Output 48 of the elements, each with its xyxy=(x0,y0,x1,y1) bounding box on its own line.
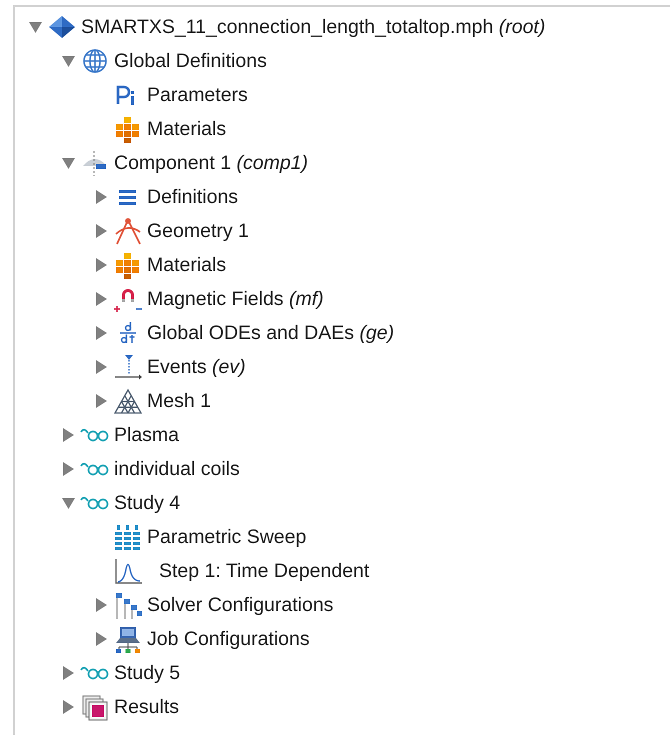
time-curve-icon xyxy=(113,557,143,585)
solver-steps-icon xyxy=(113,591,143,619)
tree-item-label[interactable]: Parameters xyxy=(147,84,248,106)
cube-icon xyxy=(47,13,77,41)
tree-item-label[interactable]: Materials xyxy=(147,118,226,140)
collapse-arrow-icon[interactable] xyxy=(62,496,75,510)
tree-item-label[interactable]: Component 1 (comp1) xyxy=(114,152,308,174)
stacked-windows-icon xyxy=(80,693,110,721)
expand-arrow-icon[interactable] xyxy=(95,190,108,204)
tree-item-label[interactable]: Study 4 xyxy=(114,492,180,514)
globe-icon xyxy=(80,47,110,75)
expand-arrow-icon[interactable] xyxy=(95,360,108,374)
collapse-arrow-icon[interactable] xyxy=(62,156,75,170)
expand-arrow-icon[interactable] xyxy=(95,258,108,272)
tree-item-label[interactable]: Global ODEs and DAEs (ge) xyxy=(147,322,394,344)
tree-item-label[interactable]: Geometry 1 xyxy=(147,220,249,242)
mesh-triangle-icon xyxy=(113,387,143,415)
tree-item-label[interactable]: Global Definitions xyxy=(114,50,267,72)
tree-item-label[interactable]: Study 5 xyxy=(114,662,180,684)
tree-item-label[interactable]: Parametric Sweep xyxy=(147,526,306,548)
expand-arrow-icon[interactable] xyxy=(95,326,108,340)
tree-item-label[interactable]: Job Configurations xyxy=(147,628,310,650)
tree-item-label[interactable]: Plasma xyxy=(114,424,180,446)
expand-arrow-icon[interactable] xyxy=(95,394,108,408)
expand-arrow-icon[interactable] xyxy=(95,632,108,646)
tree-item-label[interactable]: Solver Configurations xyxy=(147,594,334,616)
expand-arrow-icon[interactable] xyxy=(95,224,108,238)
expand-arrow-icon[interactable] xyxy=(62,462,75,476)
expand-arrow-icon[interactable] xyxy=(62,666,75,680)
compass-icon xyxy=(113,217,143,245)
tree-item-label[interactable]: Results xyxy=(114,696,180,718)
tree-item-label[interactable]: SMARTXS_11_connection_length_totaltop.mph (root) xyxy=(81,16,546,38)
collapse-arrow-icon[interactable] xyxy=(62,54,75,68)
tree-item-label[interactable]: Events (ev) xyxy=(147,356,246,378)
tree-item-label[interactable]: individual coils xyxy=(114,458,240,480)
event-timeline-icon xyxy=(113,353,143,381)
tree-item-label[interactable]: Step 1: Time Dependent xyxy=(159,560,370,582)
expand-arrow-icon[interactable] xyxy=(95,598,108,612)
tree-item-label[interactable]: Magnetic Fields (mf) xyxy=(147,288,324,310)
expand-arrow-icon[interactable] xyxy=(62,428,75,442)
tree-item-label[interactable]: Materials xyxy=(147,254,226,276)
expand-arrow-icon[interactable] xyxy=(95,292,108,306)
collapse-arrow-icon[interactable] xyxy=(29,20,42,34)
tree-item-label[interactable]: Mesh 1 xyxy=(147,390,211,412)
parameter-sweep-icon xyxy=(113,523,143,551)
computer-network-icon xyxy=(113,625,143,653)
expand-arrow-icon[interactable] xyxy=(62,700,75,714)
tree-item-label[interactable]: Definitions xyxy=(147,186,238,208)
